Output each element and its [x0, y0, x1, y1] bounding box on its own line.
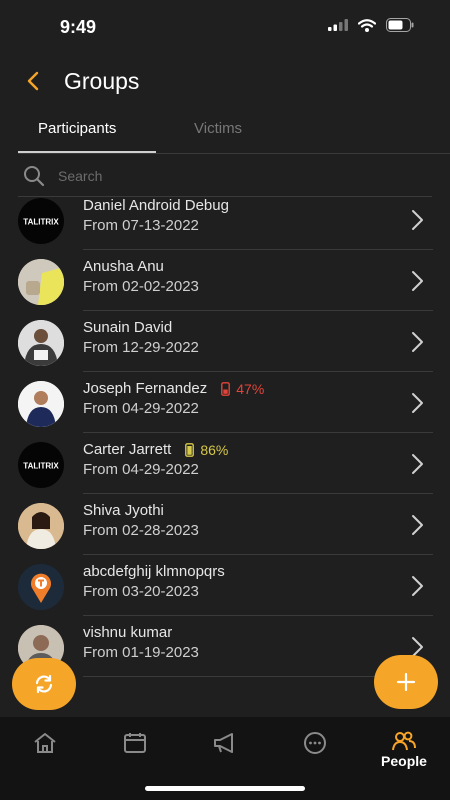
- wifi-icon: [358, 18, 376, 32]
- avatar: TALITRIX: [18, 442, 64, 488]
- battery-icon: [386, 18, 414, 32]
- avatar: [18, 503, 64, 549]
- calendar-icon: [124, 733, 146, 753]
- participant-name: vishnu kumar: [83, 624, 173, 641]
- participant-from-date: From 01-19-2023: [83, 644, 199, 661]
- participant-from-date: From 02-28-2023: [83, 522, 199, 539]
- row-divider: [83, 554, 433, 555]
- list-item[interactable]: TALITRIX Carter Jarrett 86% From 04-29-2…: [0, 434, 450, 494]
- participant-from-date: From 04-29-2022: [83, 400, 199, 417]
- home-icon: [34, 733, 56, 753]
- back-button[interactable]: [22, 66, 46, 96]
- row-divider: [83, 371, 433, 372]
- refresh-icon: [35, 674, 53, 694]
- row-divider: [83, 249, 433, 250]
- search-bar: [18, 156, 432, 197]
- participants-list: TALITRIX Daniel Android Debug From 07-13…: [0, 197, 450, 687]
- list-item[interactable]: Joseph Fernandez 47% From 04-29-2022: [0, 373, 450, 433]
- participant-name: Joseph Fernandez: [83, 380, 208, 397]
- tab-participants[interactable]: Participants: [38, 120, 116, 137]
- battery-high-icon: [185, 442, 195, 457]
- status-time: 9:49: [60, 17, 97, 37]
- list-item[interactable]: Sunain David From 12-29-2022: [0, 312, 450, 372]
- location-pin-logo: [18, 564, 64, 610]
- participant-name: Daniel Android Debug: [83, 197, 229, 214]
- battery-low-icon: [221, 381, 231, 396]
- participant-name: Shiva Jyothi: [83, 502, 164, 519]
- talitrix-logo: TALITRIX: [23, 462, 59, 471]
- chevron-right-icon: [412, 454, 423, 474]
- participant-from-date: From 02-02-2023: [83, 278, 199, 295]
- nav-people[interactable]: People: [374, 731, 434, 775]
- participant-name: abcdefghij klmnopqrs: [83, 563, 225, 580]
- chevron-right-icon: [412, 210, 423, 230]
- participant-from-date: From 04-29-2022: [83, 461, 199, 478]
- participant-from-date: From 07-13-2022: [83, 217, 199, 234]
- list-item[interactable]: TALITRIX Daniel Android Debug From 07-13…: [0, 197, 450, 250]
- battery-level: 47%: [236, 380, 265, 397]
- status-icons: [328, 18, 414, 32]
- search-icon: [24, 166, 45, 187]
- list-item[interactable]: abcdefghij klmnopqrs From 03-20-2023: [0, 556, 450, 616]
- nav-home[interactable]: [15, 731, 75, 775]
- chat-icon: [304, 732, 326, 754]
- home-indicator: [145, 786, 305, 791]
- avatar-photo: [18, 259, 64, 305]
- row-divider: [83, 310, 433, 311]
- talitrix-logo: TALITRIX: [23, 218, 59, 227]
- chevron-right-icon: [412, 576, 423, 596]
- device-battery: 86%: [185, 442, 228, 458]
- list-item[interactable]: Shiva Jyothi From 02-28-2023: [0, 495, 450, 555]
- avatar-photo: [18, 381, 64, 427]
- row-divider: [83, 615, 433, 616]
- svg-text:TALITRIX: TALITRIX: [23, 462, 59, 471]
- row-divider: [83, 432, 433, 433]
- chevron-right-icon: [412, 271, 423, 291]
- tab-bar: Participants Victims: [0, 110, 450, 154]
- battery-level: 86%: [200, 441, 229, 458]
- avatar: [18, 564, 64, 610]
- nav-announcements[interactable]: [195, 731, 255, 775]
- cellular-signal-icon: [328, 19, 348, 31]
- header: Groups: [0, 60, 450, 104]
- status-bar: 9:49: [0, 0, 450, 56]
- avatar-photo: [18, 320, 64, 366]
- participant-name: Sunain David: [83, 319, 173, 336]
- sync-button[interactable]: [12, 658, 76, 710]
- plus-icon: [396, 672, 416, 692]
- page-title: Groups: [64, 68, 140, 94]
- nav-calendar[interactable]: [105, 731, 165, 775]
- avatar-photo: [18, 503, 64, 549]
- add-participant-button[interactable]: [374, 655, 438, 709]
- people-icon: [392, 731, 416, 751]
- device-battery: 47%: [221, 381, 264, 397]
- tabs-divider: [18, 153, 450, 154]
- chevron-right-icon: [412, 332, 423, 352]
- participant-name: Anusha Anu: [83, 258, 164, 275]
- list-item[interactable]: Anusha Anu From 02-02-2023: [0, 251, 450, 311]
- search-input[interactable]: [56, 162, 420, 190]
- chevron-left-icon: [27, 71, 39, 91]
- tab-victims[interactable]: Victims: [194, 120, 242, 137]
- nav-people-label: People: [381, 753, 427, 769]
- participant-name: Carter Jarrett: [83, 441, 172, 458]
- svg-text:TALITRIX: TALITRIX: [23, 218, 59, 227]
- megaphone-icon: [214, 733, 233, 753]
- participant-from-date: From 03-20-2023: [83, 583, 199, 600]
- nav-messages[interactable]: [285, 731, 345, 775]
- participant-from-date: From 12-29-2022: [83, 339, 199, 356]
- avatar: TALITRIX: [18, 198, 64, 244]
- avatar: [18, 320, 64, 366]
- avatar: [18, 259, 64, 305]
- chevron-right-icon: [412, 393, 423, 413]
- chevron-right-icon: [412, 515, 423, 535]
- row-divider: [83, 493, 433, 494]
- avatar: [18, 381, 64, 427]
